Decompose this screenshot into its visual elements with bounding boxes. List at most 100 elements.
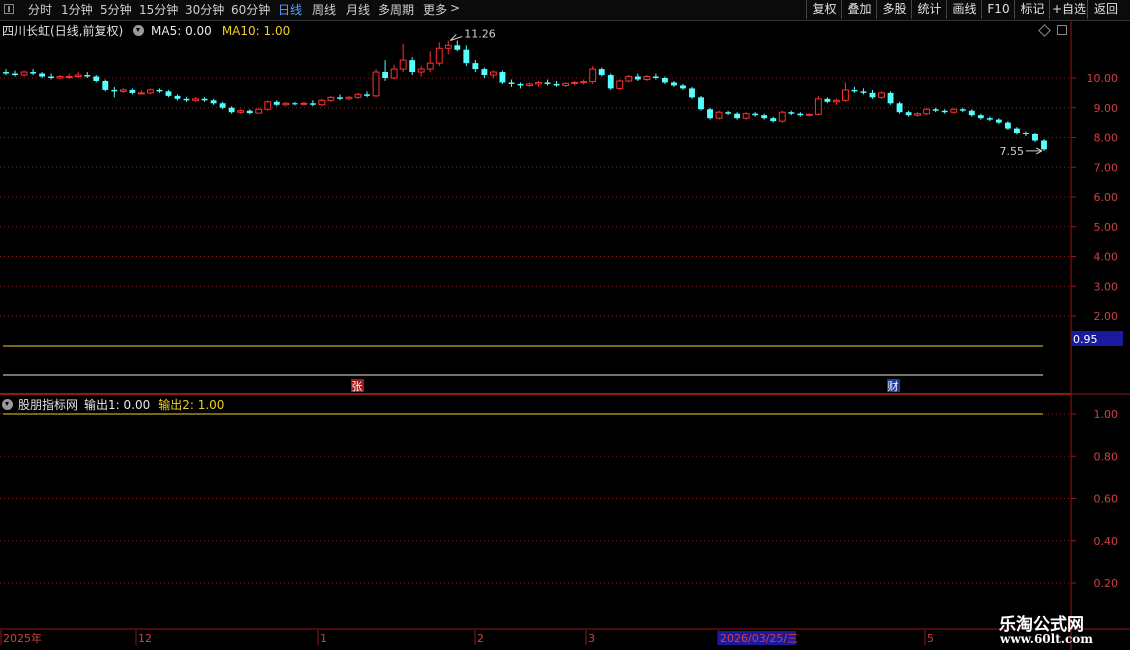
- candle-body-up: [444, 44, 452, 49]
- candle-body-down: [246, 110, 253, 114]
- event-badge-label: 张: [352, 380, 363, 393]
- candle-body-up: [74, 74, 82, 78]
- candle-body-down: [382, 72, 389, 78]
- candle-body-down: [725, 112, 732, 114]
- candle-body-up: [616, 80, 624, 89]
- candle-body-down: [707, 109, 713, 119]
- ind-y-tick-label: 1.00: [1094, 408, 1119, 421]
- candle-body-down: [129, 89, 136, 93]
- low-marker-label: 7.55: [1000, 145, 1025, 158]
- indicator-name: 股朋指标网: [18, 398, 79, 412]
- main-y-tick-label: 10.00: [1087, 72, 1119, 85]
- candle-body-down: [39, 73, 46, 77]
- high-marker-label: 11.26: [464, 28, 496, 41]
- candle-body-up: [282, 102, 290, 106]
- candle-body-down: [761, 115, 768, 119]
- time-axis-label: 2: [477, 632, 484, 645]
- ind-y-tick-label: 0.80: [1094, 450, 1119, 463]
- candle-body-down: [165, 91, 172, 96]
- time-axis-label: 3: [588, 632, 595, 645]
- high-marker-arrow: [449, 34, 463, 41]
- candle-body-up: [137, 92, 145, 95]
- candle-body-down: [698, 97, 704, 110]
- candle-body-down: [499, 72, 506, 83]
- candle-body-down: [860, 91, 867, 93]
- candle-body-down: [598, 69, 605, 76]
- candle-body-down: [752, 113, 759, 116]
- candle-body-down: [228, 107, 235, 113]
- time-axis-label: 1: [320, 632, 327, 645]
- candle-body-up: [318, 99, 326, 106]
- restore-window-icon[interactable]: [1057, 25, 1067, 35]
- candle-body-up: [923, 108, 931, 115]
- ind-y-tick-label: 0.20: [1094, 577, 1119, 590]
- candle-body-down: [670, 82, 677, 86]
- candle-body-up: [625, 76, 633, 82]
- main-y-tick-label: 2.00: [1094, 310, 1119, 323]
- candle-body-down: [3, 72, 9, 74]
- candle-body-down: [102, 80, 109, 90]
- candle-body-up: [778, 111, 786, 122]
- ind-y-tick-label: 0.60: [1094, 493, 1119, 506]
- candle-body-up: [562, 82, 570, 86]
- candle-body-up: [571, 81, 579, 84]
- main-y-tick-label: 7.00: [1094, 161, 1119, 174]
- candle-body-down: [734, 113, 741, 119]
- kline-chart[interactable]: 2.00 3.00 4.00 5.00 6.00 7.00 8.00 9.00 10.00 0.2…: [0, 0, 1130, 650]
- main-panel-title: 四川长虹(日线,前复权) MA5: 0.00 MA10: 1.00: [2, 22, 290, 39]
- candle-body-down: [84, 75, 91, 77]
- chart-overlays: 0.95张 财11.267.552025年 12 1 2 3 2026/03/25/三 5: [3, 28, 1123, 645]
- candle-body-up: [742, 113, 750, 119]
- main-y-tick-label: 3.00: [1094, 280, 1119, 293]
- candle-body-up: [255, 108, 263, 114]
- value-tag-text: 0.95: [1073, 333, 1098, 346]
- candle-body-down: [174, 95, 181, 99]
- candle-body-down: [210, 100, 217, 104]
- indicator-dropdown-icon[interactable]: [2, 399, 16, 411]
- candle-body-down: [634, 76, 641, 80]
- ind-y-tick-label: 0.40: [1094, 535, 1119, 548]
- candle-body-down: [553, 83, 560, 86]
- candle-body-down: [869, 92, 876, 98]
- candle-body-up: [535, 81, 542, 85]
- candle-body-up: [399, 59, 407, 70]
- time-cursor-label: 2026/03/25/三: [720, 632, 798, 645]
- candle-body-down: [508, 82, 515, 84]
- candle-body-up: [805, 113, 813, 116]
- candle-body-down: [517, 83, 524, 86]
- candle-body-up: [345, 96, 353, 100]
- candle-body-down: [1013, 128, 1020, 134]
- candle-body-up: [914, 113, 922, 116]
- time-axis-label: 2025年: [3, 631, 42, 645]
- candle-body-down: [661, 78, 668, 83]
- candle-body-down: [932, 109, 939, 111]
- candle-body-down: [770, 118, 777, 122]
- candle-body-down: [896, 103, 903, 113]
- candle-body-down: [309, 103, 316, 105]
- candle-body-down: [680, 85, 686, 89]
- candle-body-up: [354, 93, 362, 98]
- candle-body-down: [273, 101, 280, 105]
- candle-body-down: [1032, 133, 1038, 141]
- output1-label: 输出1: 0.00: [84, 398, 151, 412]
- candle-body-down: [995, 119, 1002, 123]
- main-y-tick-label: 9.00: [1094, 102, 1119, 115]
- candle-body-up: [426, 62, 434, 70]
- candle-body-up: [119, 89, 127, 92]
- candle-body-up: [715, 111, 723, 119]
- candle-body-down: [93, 76, 100, 81]
- dropdown-circle-icon[interactable]: [133, 25, 147, 37]
- time-axis-label: 12: [138, 632, 152, 645]
- candle-body-down: [463, 49, 470, 64]
- candle-body-down: [111, 89, 118, 92]
- candle-body-up: [192, 98, 199, 101]
- main-y-tick-label: 4.00: [1094, 251, 1119, 264]
- candle-body-up: [950, 108, 958, 113]
- candle-body-down: [968, 110, 975, 116]
- candle-body-down: [364, 94, 370, 96]
- candle-body-down: [544, 82, 551, 84]
- stock-name: 四川长虹: [2, 24, 51, 38]
- candle-body-down: [472, 63, 479, 70]
- candle-body-up: [327, 96, 335, 101]
- candlestick-series: [3, 40, 1047, 151]
